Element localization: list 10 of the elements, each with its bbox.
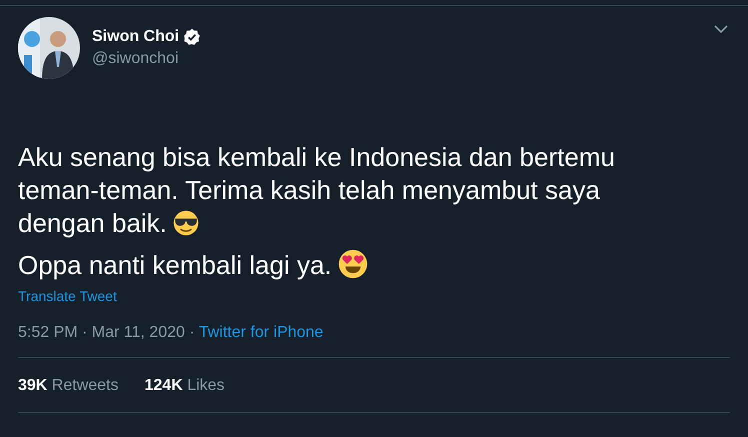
- chevron-down-icon[interactable]: [714, 25, 728, 34]
- stat-link[interactable]: 124K Likes: [144, 377, 225, 395]
- author-name[interactable]: Siwon Choi: [92, 28, 180, 46]
- translate-link[interactable]: Translate Tweet: [18, 288, 117, 304]
- source-link[interactable]: Twitter for iPhone: [198, 324, 324, 341]
- tweet-timestamp: 5:52 PM · Mar 11, 2020 ·: [18, 324, 196, 341]
- stat-link[interactable]: 39K Retweets: [18, 377, 118, 395]
- author-handle[interactable]: @siwonchoi: [92, 50, 702, 68]
- tweet-text: Oppa nanti kembali lagi ya.: [18, 250, 332, 280]
- tweet-text: Aku senang bisa kembali ke Indonesia dan bertemu teman-teman. Terima kasih telah menyambut saya dengan baik.: [18, 142, 615, 238]
